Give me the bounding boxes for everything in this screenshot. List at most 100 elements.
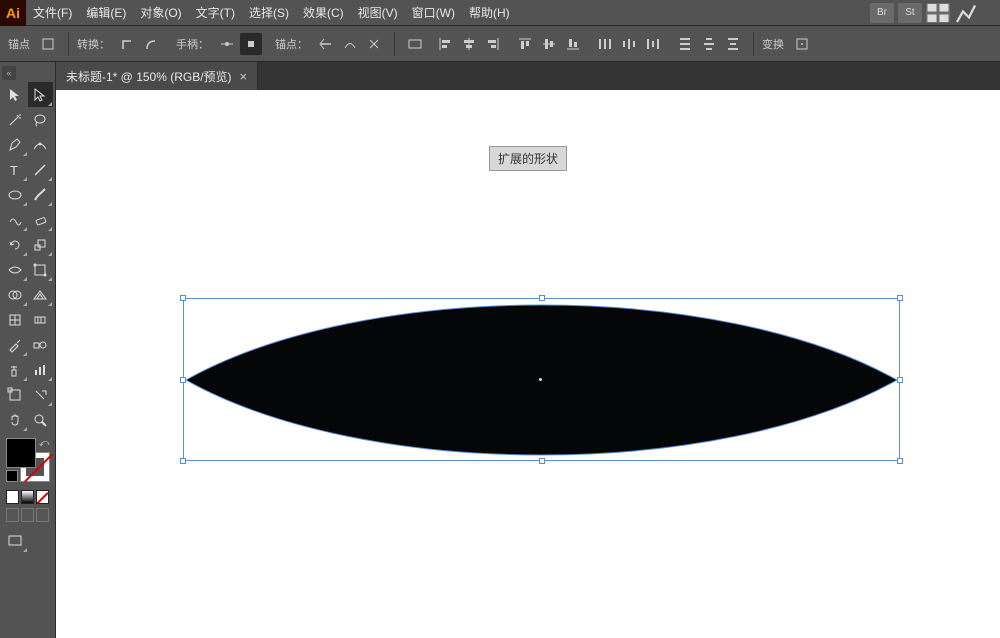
tools-panel: « T [0,62,56,638]
color-mode-gradient[interactable] [21,490,34,504]
paintbrush-tool[interactable] [28,182,54,207]
draw-inside-icon[interactable] [36,508,49,522]
arrange-documents-icon[interactable] [926,3,950,23]
color-mode-solid[interactable] [6,490,19,504]
document-tab-title: 未标题-1* @ 150% (RGB/预览) [66,68,232,85]
blend-tool[interactable] [28,332,54,357]
rotate-tool[interactable] [2,232,28,257]
artboard-tool[interactable] [2,382,28,407]
remove-anchor-icon[interactable] [315,33,337,55]
fill-swatch[interactable] [6,438,36,468]
stock-icon[interactable]: St [898,3,922,23]
menu-effect[interactable]: 效果(C) [296,0,351,26]
handle-bl[interactable] [180,458,186,464]
svg-text:T: T [10,163,18,178]
canvas[interactable]: 扩展的形状 G 大 网 system.com [56,90,1000,638]
distribute-v-top-icon[interactable] [674,33,696,55]
perspective-grid-tool[interactable] [28,282,54,307]
handle-mr[interactable] [897,377,903,383]
document-tab-bar: 未标题-1* @ 150% (RGB/预览) × [0,62,1000,90]
column-graph-tool[interactable] [28,357,54,382]
gradient-tool[interactable] [28,307,54,332]
handle-ml[interactable] [180,377,186,383]
align-vcenter-icon[interactable] [538,33,560,55]
menu-select[interactable]: 选择(S) [242,0,296,26]
menu-help[interactable]: 帮助(H) [462,0,517,26]
gpu-preview-icon[interactable] [954,3,978,23]
type-tool[interactable]: T [2,157,28,182]
default-colors-icon[interactable] [6,470,18,482]
selection-bounds[interactable] [183,298,900,461]
toolbar-collapse-icon[interactable]: « [2,66,16,80]
anchor-label: 锚点 [8,36,30,52]
handle-br[interactable] [897,458,903,464]
connect-anchor-icon[interactable] [339,33,361,55]
handle-tr[interactable] [897,295,903,301]
menu-object[interactable]: 对象(O) [133,0,188,26]
symbol-sprayer-tool[interactable] [2,357,28,382]
close-tab-icon[interactable]: × [240,69,248,84]
cut-path-icon[interactable] [363,33,385,55]
ellipse-tool[interactable] [2,182,28,207]
free-transform-tool[interactable] [28,257,54,282]
convert-smooth-icon[interactable] [141,33,163,55]
hand-tool[interactable] [2,407,28,432]
direct-selection-tool[interactable] [28,82,54,107]
transform-panel-icon[interactable] [791,33,813,55]
align-right-icon[interactable] [482,33,504,55]
align-left-icon[interactable] [434,33,456,55]
shape-builder-tool[interactable] [2,282,28,307]
swap-fill-stroke-icon[interactable]: ⤺ [39,438,50,449]
app-logo: Ai [0,0,26,26]
distribute-v-bottom-icon[interactable] [722,33,744,55]
shape-type-label: 扩展的形状 [489,146,567,171]
control-bar: 锚点 转换： 手柄： 锚点： 变换 [0,26,1000,62]
pen-tool[interactable] [2,132,28,157]
align-hcenter-icon[interactable] [458,33,480,55]
eyedropper-tool[interactable] [2,332,28,357]
handle-hide-icon[interactable] [240,33,262,55]
eraser-tool[interactable] [28,207,54,232]
shaper-tool[interactable] [2,207,28,232]
draw-behind-icon[interactable] [21,508,34,522]
handle-tl[interactable] [180,295,186,301]
selection-tool[interactable] [2,82,28,107]
handle-tm[interactable] [539,295,545,301]
magic-wand-tool[interactable] [2,107,28,132]
anchor2-label: 锚点： [275,36,308,52]
convert-corner-icon[interactable] [117,33,139,55]
transform-label: 变换 [762,36,784,52]
menu-view[interactable]: 视图(V) [351,0,405,26]
scale-tool[interactable] [28,232,54,257]
color-mode-none[interactable] [36,490,49,504]
line-tool[interactable] [28,157,54,182]
menu-type[interactable]: 文字(T) [189,0,242,26]
handle-show-icon[interactable] [216,33,238,55]
slice-tool[interactable] [28,382,54,407]
anchor-options-icon[interactable] [37,33,59,55]
curvature-tool[interactable] [28,132,54,157]
isolate-icon[interactable] [404,33,426,55]
menu-window[interactable]: 窗口(W) [405,0,462,26]
width-tool[interactable] [2,257,28,282]
workspace: 扩展的形状 G 大 网 system.com [0,90,1000,638]
lasso-tool[interactable] [28,107,54,132]
handle-label: 手柄： [176,36,209,52]
bridge-icon[interactable]: Br [870,3,894,23]
distribute-v-center-icon[interactable] [698,33,720,55]
distribute-h-center-icon[interactable] [618,33,640,55]
menu-file[interactable]: 文件(F) [26,0,79,26]
distribute-h-left-icon[interactable] [594,33,616,55]
align-top-icon[interactable] [514,33,536,55]
handle-bm[interactable] [539,458,545,464]
zoom-tool[interactable] [28,407,54,432]
fill-stroke-proxy[interactable]: ⤺ [6,438,50,482]
convert-label: 转换： [77,36,110,52]
document-tab[interactable]: 未标题-1* @ 150% (RGB/预览) × [56,62,258,90]
draw-normal-icon[interactable] [6,508,19,522]
distribute-h-right-icon[interactable] [642,33,664,55]
align-bottom-icon[interactable] [562,33,584,55]
mesh-tool[interactable] [2,307,28,332]
menu-edit[interactable]: 编辑(E) [79,0,133,26]
screen-mode-icon[interactable] [2,528,28,553]
